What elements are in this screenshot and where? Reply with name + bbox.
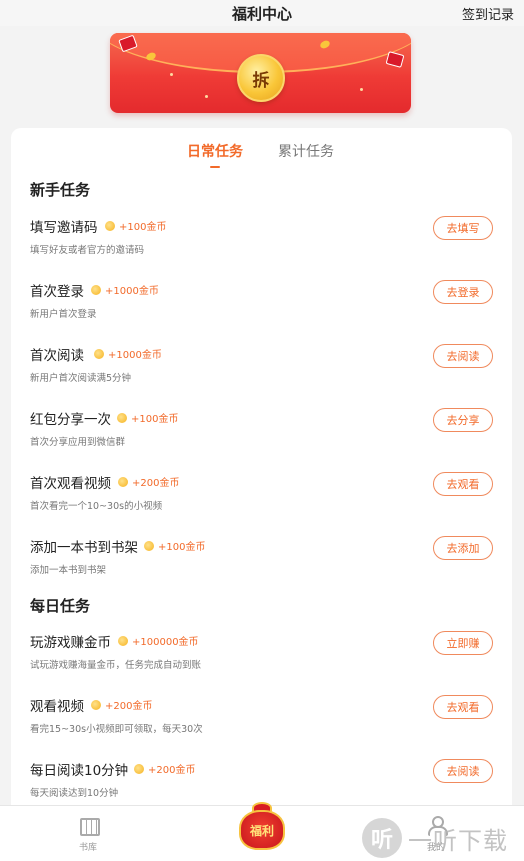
reward-text: +100金币	[131, 414, 179, 425]
reward-text: +200金币	[105, 701, 153, 712]
bookshelf-icon	[78, 816, 100, 836]
task-action-button[interactable]: 去阅读	[433, 759, 493, 783]
task-name: 填写邀请码	[30, 220, 98, 236]
task-description: 新用户首次阅读满5分钟	[30, 373, 132, 384]
coin-icon	[117, 412, 127, 423]
coin-icon	[91, 284, 101, 295]
nav-item-bookshelf[interactable]: 书库	[58, 816, 118, 853]
coin-icon	[144, 540, 154, 551]
tab-cumulative-tasks[interactable]: 累计任务	[278, 141, 334, 161]
sparkle-icon	[170, 73, 173, 76]
coin-icon	[94, 348, 104, 359]
task-name: 首次登录	[30, 284, 84, 300]
red-envelope-banner[interactable]: 拆	[110, 33, 411, 113]
task-action-button[interactable]: 去阅读	[433, 344, 493, 368]
task-description: 首次分享应用到微信群	[30, 437, 126, 448]
task-action-button[interactable]: 去观看	[433, 695, 493, 719]
task-name: 首次阅读	[30, 348, 84, 364]
section-title-daily: 每日任务	[30, 597, 91, 615]
task-description: 添加一本书到书架	[30, 565, 107, 576]
task-reward: +100金币	[105, 218, 166, 233]
sparkle-icon	[360, 88, 363, 91]
task-row: 玩游戏赚金币 +100000金币 试玩游戏赚海量金币，任务完成自动到账 立即赚	[11, 631, 512, 695]
tab-daily-tasks[interactable]: 日常任务	[187, 141, 243, 161]
active-tab-indicator	[210, 166, 220, 168]
mini-envelope-icon	[385, 51, 405, 68]
coin-icon	[118, 476, 128, 487]
checkin-record-link[interactable]: 签到记录	[462, 4, 514, 23]
coin-icon	[134, 763, 144, 774]
task-action-button[interactable]: 去填写	[433, 216, 493, 240]
task-action-button[interactable]: 立即赚	[433, 631, 493, 655]
section-title-newbie: 新手任务	[30, 181, 91, 199]
task-reward: +200金币	[91, 697, 152, 712]
task-name: 观看视频	[30, 699, 84, 715]
task-description: 每天阅读达到10分钟	[30, 788, 119, 799]
open-envelope-coin-button[interactable]: 拆	[237, 54, 285, 102]
task-reward: +200金币	[118, 474, 179, 489]
task-description: 看完15~30s小视频即可领取，每天30次	[30, 724, 203, 735]
task-row: 添加一本书到书架 +100金币 添加一本书到书架 去添加	[11, 536, 512, 600]
task-reward: +100金币	[117, 410, 178, 425]
task-description: 新用户首次登录	[30, 309, 97, 320]
task-row: 红包分享一次 +100金币 首次分享应用到微信群 去分享	[11, 408, 512, 472]
task-tabs: 日常任务 累计任务	[11, 141, 512, 171]
task-name: 添加一本书到书架	[30, 540, 138, 556]
top-header: 福利中心 签到记录	[0, 0, 524, 26]
task-description: 填写好友或者官方的邀请码	[30, 245, 145, 256]
task-card: 日常任务 累计任务 新手任务 填写邀请码 +100金币 填写好友或者官方的邀请码…	[11, 128, 512, 818]
nav-item-welfare[interactable]: 福利	[237, 800, 287, 852]
task-name: 每日阅读10分钟	[30, 763, 129, 779]
task-name: 红包分享一次	[30, 412, 111, 428]
reward-text: +100金币	[119, 222, 167, 233]
task-action-button[interactable]: 去观看	[433, 472, 493, 496]
page-title: 福利中心	[231, 5, 292, 23]
task-action-button[interactable]: 去登录	[433, 280, 493, 304]
coin-icon	[118, 635, 128, 646]
reward-text: +100000金币	[132, 637, 199, 648]
task-name: 首次观看视频	[30, 476, 111, 492]
task-row: 首次登录 +1000金币 新用户首次登录 去登录	[11, 280, 512, 344]
task-reward: +1000金币	[94, 346, 162, 361]
watermark-logo: 听	[362, 818, 402, 858]
reward-text: +100金币	[158, 542, 206, 553]
task-reward: +100000金币	[118, 633, 199, 648]
site-watermark: 听 一听下载	[362, 816, 522, 860]
task-action-button[interactable]: 去分享	[433, 408, 493, 432]
task-name: 玩游戏赚金币	[30, 635, 111, 651]
coin-icon	[105, 220, 115, 231]
task-action-button[interactable]: 去添加	[433, 536, 493, 560]
task-row: 观看视频 +200金币 看完15~30s小视频即可领取，每天30次 去观看	[11, 695, 512, 759]
reward-text: +1000金币	[105, 286, 159, 297]
task-reward: +100金币	[144, 538, 205, 553]
task-row: 填写邀请码 +100金币 填写好友或者官方的邀请码 去填写	[11, 216, 512, 280]
reward-text: +200金币	[148, 765, 196, 776]
reward-text: +1000金币	[108, 350, 162, 361]
task-description: 首次看完一个10~30s的小视频	[30, 501, 163, 512]
task-row: 首次阅读 +1000金币 新用户首次阅读满5分钟 去阅读	[11, 344, 512, 408]
watermark-text: 一听下载	[408, 826, 508, 855]
reward-text: +200金币	[132, 478, 180, 489]
task-reward: +1000金币	[91, 282, 159, 297]
task-reward: +200金币	[134, 761, 195, 776]
nav-label-bookshelf: 书库	[78, 843, 97, 853]
lucky-bag-icon: 福利	[239, 810, 285, 850]
sparkle-icon	[205, 95, 208, 98]
coin-icon	[91, 699, 101, 710]
task-description: 试玩游戏赚海量金币，任务完成自动到账	[30, 660, 202, 671]
task-row: 首次观看视频 +200金币 首次看完一个10~30s的小视频 去观看	[11, 472, 512, 536]
